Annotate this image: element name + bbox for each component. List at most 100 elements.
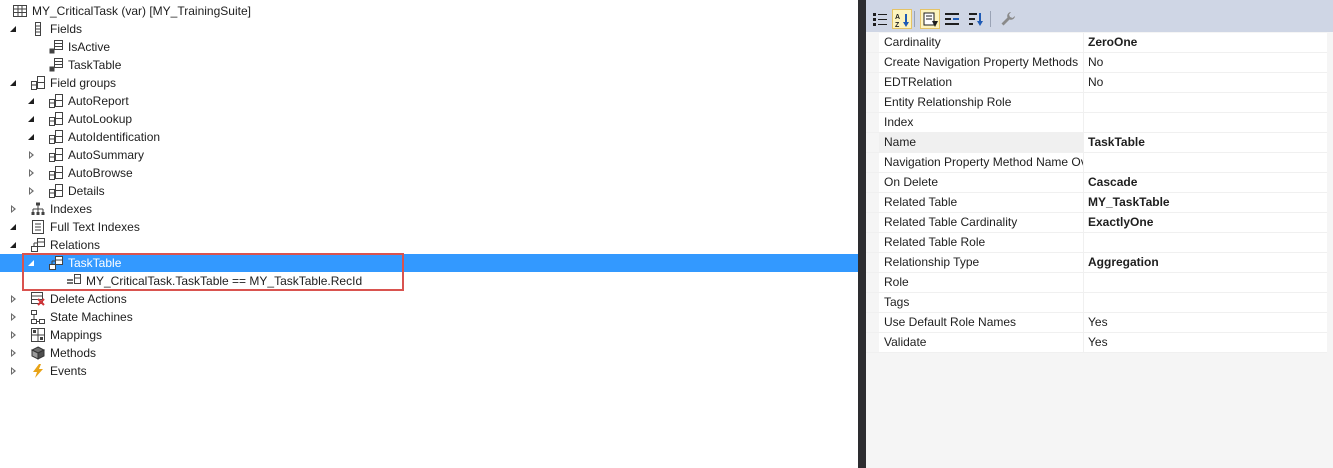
property-name[interactable]: Index <box>879 113 1084 132</box>
properties-toolbar: AZ <box>866 6 1333 32</box>
property-name[interactable]: Name <box>879 133 1084 152</box>
property-row[interactable]: Use Default Role Names Yes <box>866 313 1327 333</box>
tree-node[interactable]: Mappings <box>0 326 858 344</box>
property-value[interactable]: TaskTable <box>1085 133 1327 152</box>
property-row[interactable]: EDTRelation No <box>866 73 1327 93</box>
expand-arrow-icon[interactable] <box>8 362 20 380</box>
property-row[interactable]: Related Table MY_TaskTable <box>866 193 1327 213</box>
collapse-arrow-icon[interactable] <box>8 20 20 38</box>
categorized-button[interactable] <box>870 9 890 29</box>
property-value[interactable] <box>1085 273 1327 292</box>
property-value[interactable]: ZeroOne <box>1085 33 1327 52</box>
tree-node[interactable]: Events <box>0 362 858 380</box>
tree-node[interactable]: IsActive <box>0 38 858 56</box>
alphabetical-sort-button[interactable]: AZ <box>892 9 912 29</box>
property-name[interactable]: Related Table Role <box>879 233 1084 252</box>
expand-arrow-icon[interactable] <box>8 326 20 344</box>
methods-icon <box>30 346 46 360</box>
collapse-arrow-icon[interactable] <box>8 74 20 92</box>
property-value[interactable]: No <box>1085 53 1327 72</box>
wrench-button[interactable] <box>998 9 1018 29</box>
property-value[interactable]: MY_TaskTable <box>1085 193 1327 212</box>
property-value[interactable] <box>1085 293 1327 312</box>
tree-node[interactable]: MY_CriticalTask.TaskTable == MY_TaskTabl… <box>0 272 858 290</box>
tree-node[interactable]: AutoIdentification <box>0 128 858 146</box>
collapse-arrow-icon[interactable] <box>26 254 38 272</box>
property-row[interactable]: Name TaskTable <box>866 133 1327 153</box>
property-row-gutter <box>866 213 879 232</box>
property-row-gutter <box>866 193 879 212</box>
tree-node[interactable]: TaskTable <box>0 56 858 74</box>
property-value[interactable]: No <box>1085 73 1327 92</box>
collapse-arrow-icon[interactable] <box>26 110 38 128</box>
object-tree[interactable]: MY_CriticalTask (var) [MY_TrainingSuite]… <box>0 0 858 468</box>
tree-node[interactable]: Details <box>0 182 858 200</box>
property-row[interactable]: Related Table Role <box>866 233 1327 253</box>
expand-arrow-icon[interactable] <box>8 344 20 362</box>
tree-node[interactable]: AutoBrowse <box>0 164 858 182</box>
collapse-arrow-icon[interactable] <box>26 128 38 146</box>
property-row[interactable]: Index <box>866 113 1327 133</box>
properties-view-button[interactable] <box>942 9 962 29</box>
expand-arrow-icon[interactable] <box>8 200 20 218</box>
tree-node[interactable]: Fields <box>0 20 858 38</box>
tree-node[interactable]: Delete Actions <box>0 290 858 308</box>
collapse-arrow-icon[interactable] <box>8 236 20 254</box>
property-name[interactable]: Navigation Property Method Name Ov <box>879 153 1084 172</box>
tree-node[interactable]: AutoLookup <box>0 110 858 128</box>
expand-arrow-icon[interactable] <box>8 308 20 326</box>
property-row[interactable]: Create Navigation Property Methods No <box>866 53 1327 73</box>
tree-node[interactable]: Field groups <box>0 74 858 92</box>
property-pages-button[interactable] <box>920 9 940 29</box>
property-name[interactable]: Relationship Type <box>879 253 1084 272</box>
property-value[interactable]: Yes <box>1085 333 1327 352</box>
property-name[interactable]: Related Table Cardinality <box>879 213 1084 232</box>
expand-arrow-icon[interactable] <box>8 290 20 308</box>
property-value[interactable] <box>1085 93 1327 112</box>
tree-node-label: State Machines <box>50 310 133 324</box>
tree-node[interactable]: AutoSummary <box>0 146 858 164</box>
property-row[interactable]: Tags <box>866 293 1327 313</box>
collapse-arrow-icon[interactable] <box>26 92 38 110</box>
property-name[interactable]: Use Default Role Names <box>879 313 1084 332</box>
property-value[interactable]: Cascade <box>1085 173 1327 192</box>
tree-node[interactable]: TaskTable <box>0 254 858 272</box>
property-value[interactable] <box>1085 113 1327 132</box>
property-name[interactable]: On Delete <box>879 173 1084 192</box>
property-name[interactable]: Related Table <box>879 193 1084 212</box>
tree-node[interactable]: Indexes <box>0 200 858 218</box>
property-name[interactable]: Validate <box>879 333 1084 352</box>
tree-node[interactable]: Relations <box>0 236 858 254</box>
expand-arrow-icon[interactable] <box>26 146 38 164</box>
property-row[interactable]: Relationship Type Aggregation <box>866 253 1327 273</box>
tree-root-node[interactable]: MY_CriticalTask (var) [MY_TrainingSuite] <box>0 2 858 20</box>
property-name[interactable]: Tags <box>879 293 1084 312</box>
property-name[interactable]: Cardinality <box>879 33 1084 52</box>
collapse-arrow-icon[interactable] <box>8 218 20 236</box>
property-value[interactable]: Yes <box>1085 313 1327 332</box>
expand-arrow-icon[interactable] <box>26 182 38 200</box>
property-row[interactable]: On Delete Cascade <box>866 173 1327 193</box>
property-row[interactable]: Role <box>866 273 1327 293</box>
property-value[interactable]: ExactlyOne <box>1085 213 1327 232</box>
property-row[interactable]: Entity Relationship Role <box>866 93 1327 113</box>
property-name[interactable]: Role <box>879 273 1084 292</box>
property-row[interactable]: Cardinality ZeroOne <box>866 33 1327 53</box>
tree-node[interactable]: Methods <box>0 344 858 362</box>
property-row[interactable]: Related Table Cardinality ExactlyOne <box>866 213 1327 233</box>
panel-splitter[interactable] <box>858 0 866 468</box>
property-value[interactable] <box>1085 153 1327 172</box>
property-row[interactable]: Navigation Property Method Name Ov <box>866 153 1327 173</box>
property-row[interactable]: Validate Yes <box>866 333 1327 353</box>
tree-node[interactable]: State Machines <box>0 308 858 326</box>
property-value[interactable] <box>1085 233 1327 252</box>
property-value[interactable]: Aggregation <box>1085 253 1327 272</box>
tree-node[interactable]: AutoReport <box>0 92 858 110</box>
property-name[interactable]: EDTRelation <box>879 73 1084 92</box>
full-text-index-icon <box>31 220 45 234</box>
property-name[interactable]: Create Navigation Property Methods <box>879 53 1084 72</box>
property-name[interactable]: Entity Relationship Role <box>879 93 1084 112</box>
expand-arrow-icon[interactable] <box>26 164 38 182</box>
tree-node[interactable]: Full Text Indexes <box>0 218 858 236</box>
events-view-button[interactable] <box>966 9 986 29</box>
